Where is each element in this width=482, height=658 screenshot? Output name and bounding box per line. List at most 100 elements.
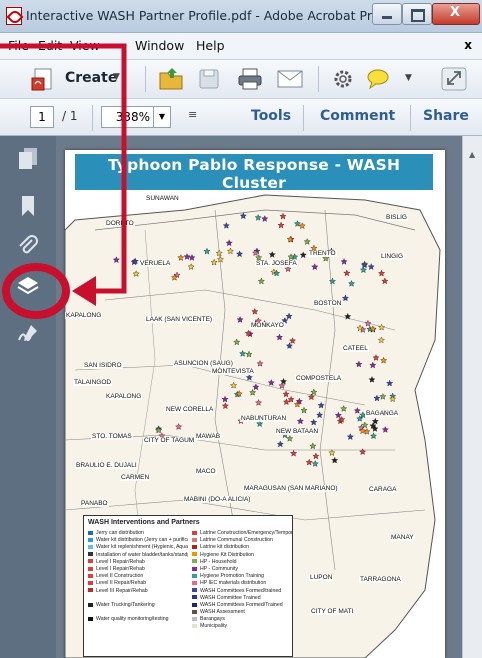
menu-edit[interactable]: Edit (38, 38, 62, 53)
place-label: LUPON (309, 574, 334, 581)
page-number-input[interactable]: 1 (30, 106, 54, 128)
legend-swatch-icon (192, 552, 197, 557)
pdf-page[interactable]: Typhoon Pablo Response - WASH Cluster WA… (65, 150, 445, 658)
legend-swatch-icon (192, 559, 197, 564)
chevron-down-icon[interactable]: ▼ (113, 72, 120, 82)
comment-pane-button[interactable]: Comment (320, 108, 395, 124)
legend-swatch-icon (192, 602, 197, 607)
place-label: LINGIG (380, 253, 405, 260)
zoom-dropdown-button[interactable]: ▼ (153, 106, 171, 128)
close-button[interactable]: X (432, 3, 480, 25)
legend-item-label: Installation of water bladder/tanks/stan… (96, 551, 188, 558)
zoom-input[interactable]: 338% (101, 106, 155, 128)
email-icon[interactable] (276, 69, 304, 89)
legend-item: Water kit distribution (Jerry can + puri… (88, 537, 188, 544)
menu-close-document[interactable]: x (464, 38, 472, 52)
legend-item: WASH Committees Formed/Trained (192, 602, 292, 609)
create-button[interactable]: Create (65, 70, 117, 86)
legend-item: WASH Assessment (192, 609, 292, 616)
bookmarks-icon[interactable] (16, 194, 40, 218)
minimize-button[interactable] (372, 3, 402, 25)
legend-item (88, 595, 188, 602)
menu-help[interactable]: Help (196, 38, 225, 53)
place-label: CITY OF TAGUM (143, 437, 196, 444)
vertical-scrollbar[interactable]: ▲ (462, 136, 482, 658)
legend-item-label: WASH Committees Formed/Trained (200, 601, 283, 608)
legend-swatch-icon (192, 580, 197, 585)
legend-item-label: Water kit replenishment (Hygienic, Aquat… (96, 544, 188, 551)
chevron-down-icon[interactable]: ▼ (405, 73, 412, 83)
tools-pane-button[interactable]: Tools (251, 108, 291, 124)
toolbar-divider (145, 66, 146, 92)
menu-window[interactable]: Window (135, 38, 184, 53)
minimize-icon (382, 16, 392, 19)
legend-swatch-icon (88, 545, 93, 549)
gear-icon[interactable] (332, 68, 354, 90)
legend-swatch-icon (192, 530, 197, 535)
layers-icon[interactable] (16, 274, 40, 298)
legend-item-label: Water Trucking/Tankering (96, 601, 155, 608)
map-legend: WASH Interventions and Partners Jerry ca… (83, 515, 293, 657)
legend-item: Barangays (192, 616, 292, 623)
print-icon[interactable] (236, 67, 264, 91)
legend-item: Hygiene Kit Distribution (192, 552, 292, 559)
place-label: KAPALONG (105, 393, 143, 400)
attachments-icon[interactable] (16, 234, 40, 258)
legend-item: Water kit replenishment (Hygienic, Aquat… (88, 544, 188, 551)
legend-swatch-icon (88, 559, 93, 564)
legend-swatch-icon (88, 573, 93, 578)
place-label: SAN ISIDRO (83, 362, 123, 369)
legend-item: HP IEC materials distribution (192, 580, 292, 587)
legend-swatch-icon (88, 566, 93, 571)
legend-item: Latrine Construction/Emergency/Temporary (192, 530, 292, 537)
pdf-file-icon (6, 7, 22, 25)
legend-item-label: WASH Assessment (200, 609, 245, 616)
legend-item-label: Latrine kit distribution (200, 544, 250, 551)
map-header: Typhoon Pablo Response - WASH Cluster WA… (75, 154, 433, 206)
menu-view[interactable]: View (70, 38, 100, 53)
legend-swatch-icon (88, 537, 93, 542)
legend-item: HP - Community (192, 566, 292, 573)
open-folder-icon[interactable] (158, 66, 186, 92)
window-title: Interactive WASH Partner Profile.pdf - A… (26, 8, 380, 23)
create-pdf-icon[interactable] (30, 66, 58, 94)
place-label: TALAINGOD (73, 379, 113, 386)
place-label: STO. TOMAS (91, 433, 133, 440)
place-label: SUNAWAN (145, 195, 180, 202)
comment-bubble-icon[interactable] (366, 68, 390, 90)
place-label: CARAGA (368, 486, 398, 493)
legend-swatch-icon (88, 595, 93, 600)
legend-item: WASH Committees Formed/trained (192, 588, 292, 595)
legend-item: HP - Household (192, 559, 292, 566)
share-pane-button[interactable]: Share (423, 108, 469, 124)
legend-item: Water Trucking/Tankering (88, 602, 188, 609)
legend-swatch-icon (192, 545, 197, 549)
save-icon[interactable] (197, 67, 221, 91)
legend-item: Latrine kit distribution (192, 544, 292, 551)
legend-column-right: Latrine Construction/Emergency/Temporary… (192, 530, 292, 631)
place-label: STA. JOSEFA (255, 260, 298, 267)
toolbar-divider (92, 105, 93, 131)
place-label: NEW CORELLA (165, 406, 215, 413)
place-label: TRENTO (308, 250, 337, 257)
expand-icon[interactable] (440, 66, 468, 92)
legend-item: Municipality (192, 623, 292, 630)
place-label: NEW BATAAN (275, 428, 320, 435)
legend-swatch-icon (88, 602, 93, 607)
close-icon: X (450, 5, 461, 20)
maximize-button[interactable] (402, 3, 432, 25)
scroll-up-icon[interactable]: ▲ (469, 150, 475, 159)
legend-item-label: WASH Committees Formed/trained (200, 587, 282, 594)
legend-item-label: Hygiene Kit Distribution (200, 551, 254, 558)
place-label: MARAGUSAN (SAN MARIANO) (243, 485, 339, 492)
legend-swatch-icon (192, 595, 197, 600)
menu-file[interactable]: File (8, 38, 29, 53)
legend-item-label: HP - Community (200, 565, 238, 572)
page-thumbnails-icon[interactable] (16, 146, 40, 170)
toolbar-options-icon[interactable]: ≡ (188, 108, 197, 121)
main-toolbar: Create ▼ ▼ (0, 60, 482, 99)
place-label: KAPALONG (65, 312, 103, 319)
legend-item: Hygiene Promotion Training (192, 573, 292, 580)
place-label: CITY OF MATI (310, 608, 355, 615)
signatures-icon[interactable] (16, 322, 40, 346)
